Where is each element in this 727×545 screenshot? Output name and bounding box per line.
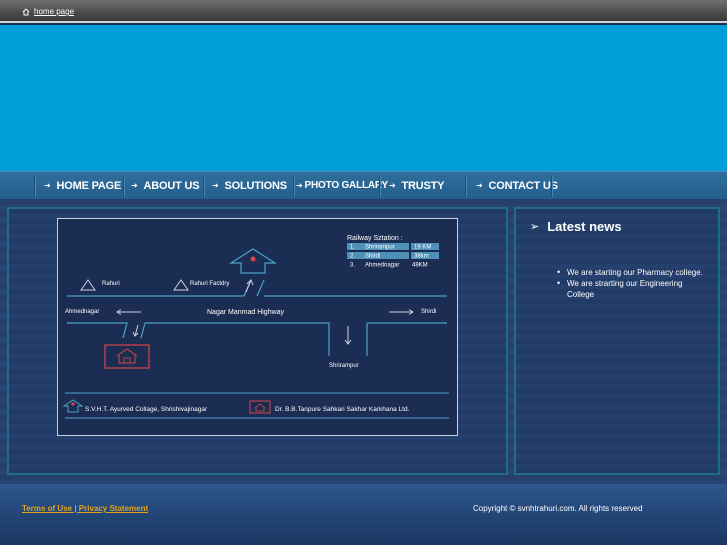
nav-trusty[interactable]: ➜ TRUSTY [389, 172, 445, 199]
latest-news-title: Latest news [547, 219, 622, 234]
news-panel [514, 207, 720, 475]
nav-separator [203, 175, 204, 197]
nav-label: ABOUT US [143, 179, 200, 192]
main-navigation: ➜ HOME PAGE ➜ ABOUT US ➜ SOLUTIONS ➜ PHO… [0, 171, 727, 199]
station-num: 2. [350, 254, 355, 260]
copyright-text: Copyright © svnhtrahuri.com. All rights … [473, 504, 643, 513]
place-rahuri-factory: Rahuri Factdry [190, 281, 229, 287]
station-num: 3. [350, 263, 355, 269]
footer-separator: | [72, 504, 79, 513]
station-dist: 19 KM [414, 245, 431, 251]
nav-label: TRUSTY [401, 179, 445, 192]
station-name: Shrirampur [365, 245, 395, 251]
arrow-right-icon: ➜ [389, 181, 396, 190]
news-item[interactable]: We are strarting our Engineering College [555, 278, 705, 300]
station-num: 1. [350, 245, 355, 251]
nav-photo-gallary[interactable]: ➜ PHOTO GALLARY [296, 172, 388, 199]
home-page-link[interactable]: home page [22, 7, 74, 16]
nav-label: HOME PAGE [56, 179, 122, 192]
nav-contact-us[interactable]: ➜ CONTACT US [476, 172, 558, 199]
place-rahuri: Rahuri [102, 281, 120, 287]
nav-separator [551, 175, 552, 197]
place-ahmednagar: Ahmednagar [65, 309, 99, 315]
arrow-right-icon: ➜ [296, 181, 303, 190]
nav-home-page[interactable]: ➜ HOME PAGE [44, 172, 121, 199]
nav-label: PHOTO GALLARY [304, 180, 389, 191]
double-arrow-icon: ➢ [530, 221, 540, 233]
highway-label: Nagar Manmad Highway [207, 309, 285, 316]
legend-college-label: S.V.H.T. Ayurved Collage, Shrishivajinag… [85, 406, 208, 413]
nav-separator [379, 175, 380, 197]
railway-title: Railway Sztation : [347, 235, 403, 242]
nav-separator [34, 175, 35, 197]
nav-about-us[interactable]: ➜ ABOUT US [131, 172, 200, 199]
privacy-statement-link[interactable]: Privacy Statement [79, 504, 148, 513]
news-item[interactable]: We are starting our Pharmacy college. [555, 267, 705, 278]
nav-separator [465, 175, 466, 197]
nav-label: SOLUTIONS [224, 179, 288, 192]
legend-factory-label: Dr. B.B.Tanpure Sahkari Sakhar Karkhana … [275, 406, 410, 413]
arrow-right-icon: ➜ [476, 181, 483, 190]
place-shirdi: Shirdi [421, 309, 436, 315]
nav-label: CONTACT US [488, 179, 558, 192]
top-bar: home page [0, 0, 727, 23]
station-name: Ahmednagar [365, 263, 399, 269]
arrow-right-icon: ➜ [212, 181, 219, 190]
home-page-label: home page [34, 7, 75, 16]
nav-separator [293, 175, 294, 197]
latest-news-heading: ➢ Latest news [530, 219, 622, 234]
station-name: Shirdi [365, 254, 380, 260]
header-banner [0, 25, 727, 171]
footer-links: Terms of Use | Privacy Statement [22, 504, 148, 513]
nav-solutions[interactable]: ➜ SOLUTIONS [212, 172, 287, 199]
location-map: Railway Sztation : 1. Shrirampur 19 KM 2… [57, 218, 458, 436]
arrow-right-icon: ➜ [131, 181, 138, 190]
home-icon [22, 7, 30, 15]
station-dist: 48KM [412, 263, 428, 269]
news-list: We are starting our Pharmacy college. We… [555, 267, 705, 300]
nav-separator [123, 175, 124, 197]
station-dist: 38km [414, 254, 429, 260]
arrow-right-icon: ➜ [44, 181, 51, 190]
footer: Terms of Use | Privacy Statement Copyrig… [0, 484, 727, 545]
place-shrirampur: Shrirampur [329, 363, 359, 369]
map-frame [57, 218, 458, 436]
terms-of-use-link[interactable]: Terms of Use [22, 504, 72, 513]
